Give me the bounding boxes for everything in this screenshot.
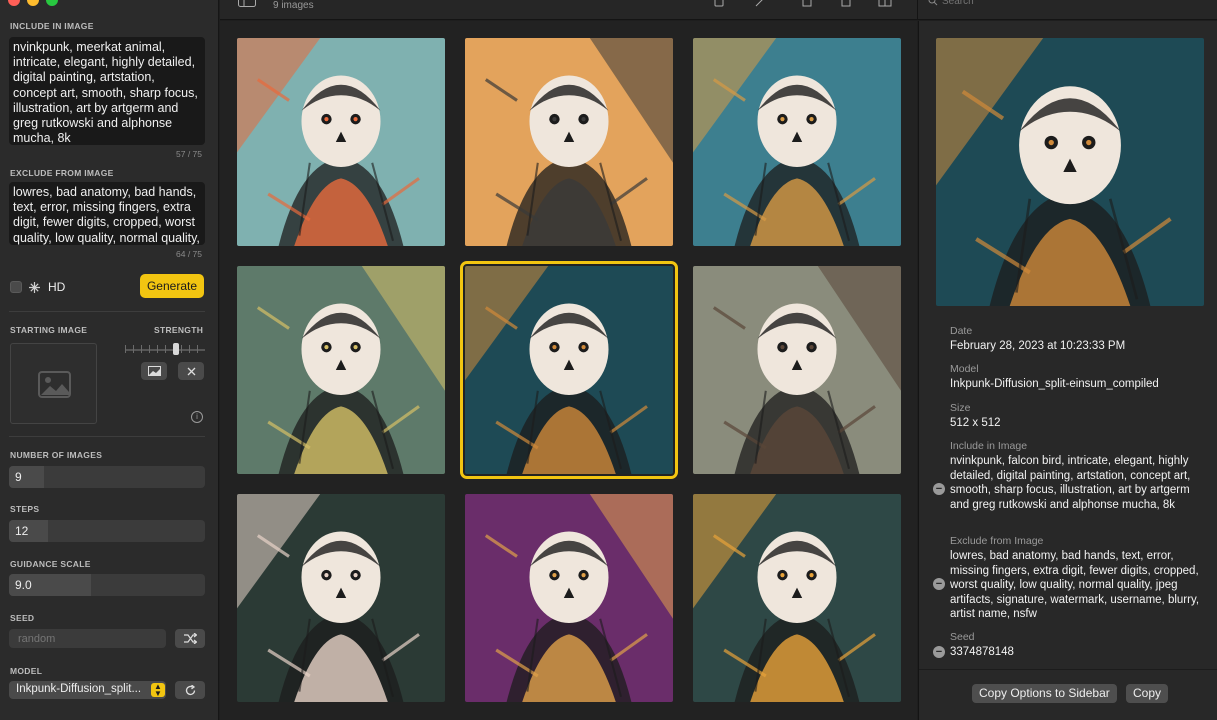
gallery-image-cat[interactable] xyxy=(237,266,445,474)
chevron-updown-icon: ▲ ▼ xyxy=(151,683,165,698)
magic-wand-icon[interactable] xyxy=(755,0,767,7)
number-of-images-field[interactable]: 9 xyxy=(9,466,205,488)
model-select[interactable]: Inkpunk-Diffusion_split... ▲ ▼ xyxy=(9,681,166,699)
search-input[interactable] xyxy=(942,0,1142,8)
steps-label: STEPS xyxy=(10,504,40,514)
image-gallery xyxy=(220,21,917,720)
seed-label: SEED xyxy=(10,613,35,623)
gallery-image-panda[interactable] xyxy=(237,494,445,702)
guidance-scale-label: GUIDANCE SCALE xyxy=(10,559,91,569)
starting-image-well[interactable] xyxy=(10,343,97,424)
close-window-icon[interactable] xyxy=(8,0,20,6)
exclude-value: lowres, bad anatomy, bad hands, text, er… xyxy=(950,550,1200,620)
exclude-label: EXCLUDE FROM IMAGE xyxy=(10,168,114,178)
refresh-icon xyxy=(185,684,195,695)
divider xyxy=(9,436,205,437)
close-icon xyxy=(187,367,195,375)
exclude-label: Exclude from Image xyxy=(950,535,1044,547)
gallery-image-man-portrait[interactable] xyxy=(693,38,901,246)
open-folder-icon[interactable] xyxy=(878,0,892,7)
search-icon xyxy=(928,0,938,6)
include-label: INCLUDE IN IMAGE xyxy=(10,21,94,31)
strength-label: STRENGTH xyxy=(154,325,204,335)
sparkle-icon xyxy=(29,282,40,293)
zoom-window-icon[interactable] xyxy=(46,0,58,6)
shuffle-icon xyxy=(183,633,197,644)
divider xyxy=(9,311,205,312)
steps-value: 12 xyxy=(15,524,29,538)
strength-slider[interactable] xyxy=(125,343,205,355)
seed-input[interactable] xyxy=(9,629,166,648)
model-select-value: Inkpunk-Diffusion_split... xyxy=(16,683,142,695)
trash-icon[interactable] xyxy=(714,0,724,7)
exclude-prompt-input[interactable]: lowres, bad anatomy, bad hands, text, er… xyxy=(9,182,205,245)
remove-seed-icon[interactable]: − xyxy=(933,646,945,658)
image-icon xyxy=(147,366,161,376)
save-icon[interactable] xyxy=(841,0,851,7)
include-value: nvinkpunk, falcon bird, intricate, elega… xyxy=(950,455,1191,511)
steps-field[interactable]: 12 xyxy=(9,520,205,542)
copy-options-button[interactable]: Copy Options to Sidebar xyxy=(972,684,1117,703)
include-counter: 57 / 75 xyxy=(176,149,202,159)
model-label: MODEL xyxy=(10,666,43,676)
seed-label: Seed xyxy=(950,631,975,643)
seed-value: 3374878148 xyxy=(950,646,1014,658)
toolbar: 9 images xyxy=(220,0,1217,20)
model-label: Model xyxy=(950,363,979,375)
generate-button[interactable]: Generate xyxy=(140,274,204,298)
remove-include-icon[interactable]: − xyxy=(933,483,945,495)
panel-divider xyxy=(919,669,1217,670)
include-prompt-input[interactable]: nvinkpunk, meerkat animal, intricate, el… xyxy=(9,37,205,145)
shuffle-seed-button[interactable] xyxy=(175,629,205,648)
gallery-image-ferret[interactable] xyxy=(465,494,673,702)
gallery-image-dog[interactable] xyxy=(465,38,673,246)
gallery-image-woman-portrait[interactable] xyxy=(237,38,445,246)
sidebar-toggle-icon[interactable] xyxy=(238,0,256,7)
remove-exclude-icon[interactable]: − xyxy=(933,578,945,590)
size-value: 512 x 512 xyxy=(950,417,1001,429)
strength-slider-thumb[interactable] xyxy=(173,343,180,355)
image-detail-panel: Date February 28, 2023 at 10:23:33 PM Mo… xyxy=(918,21,1217,720)
guidance-scale-value: 9.0 xyxy=(15,578,32,592)
size-label: Size xyxy=(950,402,971,414)
reset-model-button[interactable] xyxy=(175,681,205,699)
gallery-image-falcon-bird[interactable] xyxy=(460,261,678,479)
clear-image-button[interactable] xyxy=(178,362,204,380)
image-count: 9 images xyxy=(273,0,314,11)
gallery-image-raccoon[interactable] xyxy=(693,266,901,474)
date-value: February 28, 2023 at 10:23:33 PM xyxy=(950,340,1126,352)
falcon-artwork xyxy=(936,38,1204,306)
detail-preview-image[interactable] xyxy=(936,38,1204,306)
gallery-image-meerkat[interactable] xyxy=(693,494,901,702)
minimize-window-icon[interactable] xyxy=(27,0,39,6)
model-value: Inkpunk-Diffusion_split-einsum_compiled xyxy=(950,378,1159,390)
window-controls xyxy=(8,0,58,6)
choose-image-button[interactable] xyxy=(141,362,167,380)
date-label: Date xyxy=(950,325,973,337)
image-placeholder-icon xyxy=(38,371,71,398)
hd-checkbox[interactable] xyxy=(10,281,22,293)
copy-button[interactable]: Copy xyxy=(1126,684,1169,703)
number-of-images-label: NUMBER OF IMAGES xyxy=(10,450,103,460)
exclude-counter: 64 / 75 xyxy=(176,249,202,259)
starting-image-label: STARTING IMAGE xyxy=(10,325,88,335)
share-icon[interactable] xyxy=(802,0,812,7)
toolbar-divider xyxy=(917,0,918,20)
guidance-scale-field[interactable]: 9.0 xyxy=(9,574,205,596)
number-of-images-value: 9 xyxy=(15,470,22,484)
info-icon[interactable]: i xyxy=(191,411,203,423)
hd-label: HD xyxy=(48,280,66,294)
sidebar: INCLUDE IN IMAGE nvinkpunk, meerkat anim… xyxy=(0,0,219,720)
include-label: Include in Image xyxy=(950,440,1028,452)
